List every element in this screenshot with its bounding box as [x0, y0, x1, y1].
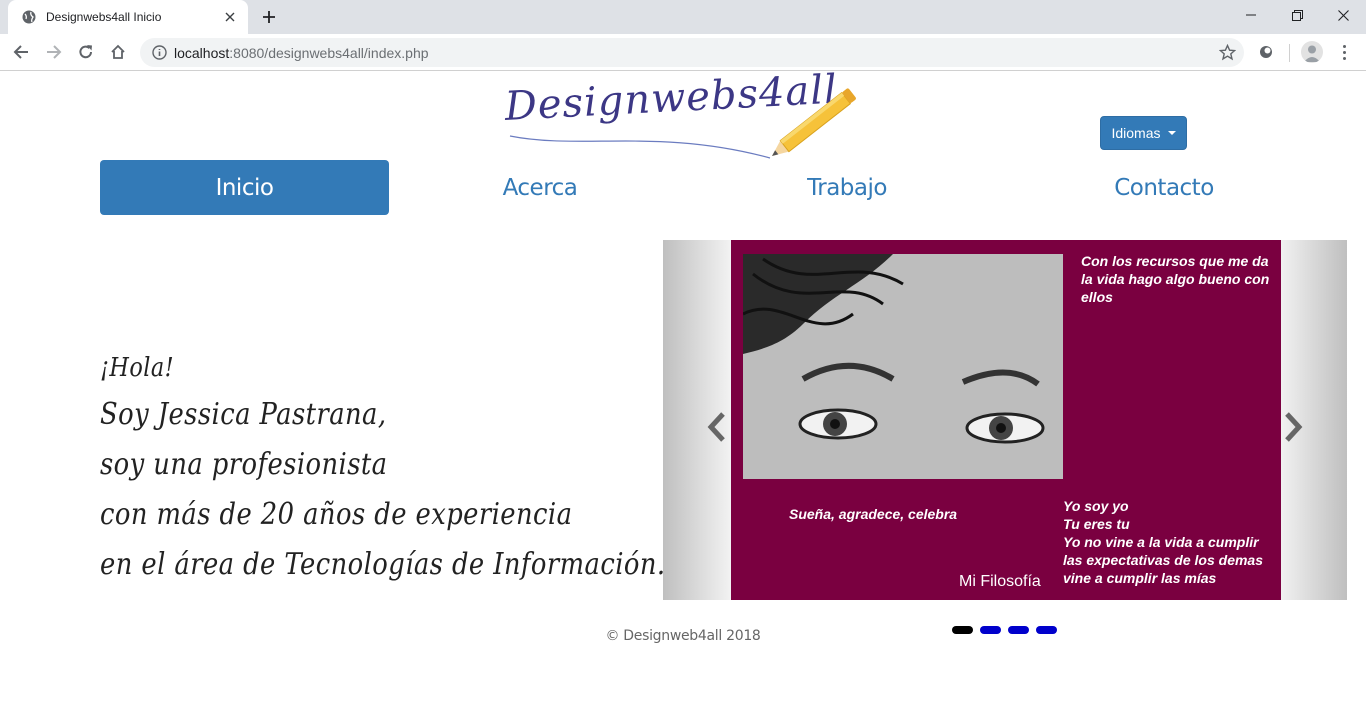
carousel-indicator[interactable] [952, 626, 973, 634]
carousel-indicator[interactable] [980, 626, 1001, 634]
slide-quote-right-line: Yo no vine a la vida a cumplir las expec… [1063, 534, 1263, 568]
site-logo[interactable]: Designwebs4all [500, 67, 870, 162]
language-dropdown-button[interactable]: Idiomas [1100, 116, 1187, 150]
carousel-slide: Con los recursos que me da la vida hago … [731, 240, 1281, 600]
browser-menu-icon[interactable] [1336, 42, 1352, 62]
slide-quote-right-line: vine a cumplir las mías [1063, 570, 1217, 586]
slide-quote-right-line: Tu eres tu [1063, 516, 1130, 532]
new-tab-icon[interactable] [258, 7, 280, 27]
carousel-indicators [952, 626, 1062, 636]
slide-caption: Mi Filosofía [959, 573, 1041, 590]
portrait-photo [743, 254, 1063, 479]
minimize-icon[interactable] [1228, 0, 1274, 30]
language-button-label: Idiomas [1111, 125, 1161, 141]
forward-arrow-icon[interactable] [42, 41, 66, 63]
intro-line: con más de 20 años de experiencia [100, 497, 573, 532]
url-path: :8080/designwebs4all/index.php [229, 45, 429, 61]
intro-line: Soy Jessica Pastrana, [100, 397, 387, 432]
nav-trabajo[interactable]: Trabajo [747, 160, 947, 215]
browser-tabstrip: Designwebs4all Inicio [0, 0, 1366, 34]
bookmark-star-icon[interactable] [1218, 43, 1237, 61]
slide-quote-right-line: Yo soy yo [1063, 498, 1129, 514]
home-icon[interactable] [106, 41, 130, 63]
extension-icon[interactable] [1258, 44, 1274, 60]
carousel-next-chevron-icon[interactable] [1281, 410, 1305, 444]
image-carousel: Con los recursos que me da la vida hago … [663, 240, 1347, 600]
back-arrow-icon[interactable] [9, 41, 33, 63]
restore-icon[interactable] [1274, 0, 1320, 30]
footer-copyright: © Designweb4all 2018 [605, 628, 761, 644]
carousel-indicator[interactable] [1008, 626, 1029, 634]
intro-greeting: ¡Hola! [100, 353, 175, 383]
slide-quote-right: Yo soy yo Tu eres tu Yo no vine a la vid… [1063, 497, 1278, 587]
carousel-indicator[interactable] [1036, 626, 1057, 634]
profile-avatar-icon[interactable] [1301, 41, 1323, 63]
toolbar-separator [1289, 44, 1290, 62]
close-tab-icon[interactable] [222, 9, 238, 25]
url-text: localhost:8080/designwebs4all/index.php [174, 45, 429, 61]
browser-tab[interactable]: Designwebs4all Inicio [8, 0, 248, 34]
nav-inicio[interactable]: Inicio [100, 160, 389, 215]
address-bar[interactable]: localhost:8080/designwebs4all/index.php [140, 38, 1244, 67]
intro-line: soy una profesionista [100, 447, 388, 482]
carousel-prev-chevron-icon[interactable] [705, 410, 729, 444]
reload-icon[interactable] [74, 41, 98, 63]
info-icon[interactable] [152, 45, 167, 60]
slide-quote-top: Con los recursos que me da la vida hago … [1081, 253, 1270, 305]
page-content: Designwebs4all Idiomas Inicio Acerca Tra… [0, 67, 1366, 728]
caret-down-icon [1167, 131, 1176, 135]
tab-title: Designwebs4all Inicio [46, 10, 162, 24]
browser-toolbar: localhost:8080/designwebs4all/index.php [0, 34, 1366, 71]
intro-text: ¡Hola! Soy Jessica Pastrana, soy una pro… [100, 346, 666, 590]
slide-quote-left: Sueña, agradece, celebra [789, 506, 958, 522]
nav-acerca[interactable]: Acerca [440, 160, 640, 215]
url-host: localhost [174, 45, 230, 61]
intro-line: en el área de Tecnologías de Información… [100, 547, 666, 582]
close-window-icon[interactable] [1320, 0, 1366, 30]
nav-contacto[interactable]: Contacto [1064, 160, 1264, 215]
globe-icon [22, 10, 36, 24]
pencil-icon [509, 88, 856, 159]
